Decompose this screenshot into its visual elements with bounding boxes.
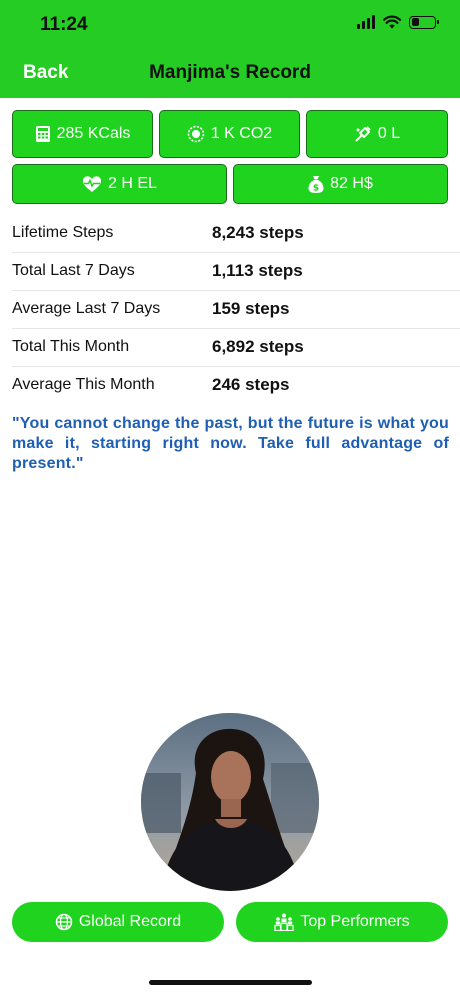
record-value: 159 steps bbox=[212, 299, 290, 318]
header-bar: 11:24 Manjima's Record Back bbox=[0, 0, 460, 98]
top-performers-label: Top Performers bbox=[300, 913, 410, 930]
record-value: 246 steps bbox=[212, 375, 290, 394]
status-icons bbox=[357, 15, 439, 29]
co2-icon bbox=[187, 125, 205, 143]
money-bag-icon: $ bbox=[308, 175, 324, 193]
co2-label: 1 K CO2 bbox=[210, 125, 273, 142]
cellular-signal-icon bbox=[357, 15, 375, 29]
record-value: 8,243 steps bbox=[212, 223, 304, 242]
page-title: Manjima's Record bbox=[149, 62, 311, 83]
podium-people-icon bbox=[274, 913, 294, 931]
status-time: 11:24 bbox=[40, 14, 88, 35]
globe-icon bbox=[55, 913, 73, 931]
motivational-quote: "You cannot change the past, but the fut… bbox=[12, 415, 449, 472]
record-row-average-last-7-days: Average Last 7 Days 159 steps bbox=[0, 290, 460, 328]
battery-level bbox=[411, 18, 420, 26]
wifi-icon bbox=[383, 15, 401, 29]
svg-text:$: $ bbox=[313, 183, 319, 193]
health-button[interactable]: 2 H EL bbox=[12, 164, 227, 204]
home-indicator bbox=[149, 980, 312, 985]
fuel-button[interactable]: 0 L bbox=[306, 110, 448, 158]
global-record-label: Global Record bbox=[78, 913, 182, 930]
record-row-average-this-month: Average This Month 246 steps bbox=[0, 366, 460, 404]
co2-button[interactable]: 1 K CO2 bbox=[159, 110, 300, 158]
fuel-label: 0 L bbox=[377, 125, 401, 142]
kcals-label: 285 KCals bbox=[56, 125, 131, 142]
record-value: 1,113 steps bbox=[212, 261, 303, 280]
fuel-nozzle-icon bbox=[355, 126, 371, 142]
record-row-lifetime-steps: Lifetime Steps 8,243 steps bbox=[0, 214, 460, 252]
avatar-photo bbox=[141, 713, 319, 891]
money-label: 82 H$ bbox=[330, 175, 373, 192]
heartbeat-icon bbox=[83, 176, 102, 192]
global-record-button[interactable]: Global Record bbox=[12, 902, 224, 942]
calculator-icon bbox=[35, 126, 50, 142]
record-row-total-this-month: Total This Month 6,892 steps bbox=[0, 328, 460, 366]
record-label: Lifetime Steps bbox=[12, 224, 114, 241]
health-label: 2 H EL bbox=[108, 175, 157, 192]
record-row-total-last-7-days: Total Last 7 Days 1,113 steps bbox=[0, 252, 460, 290]
kcals-button[interactable]: 285 KCals bbox=[12, 110, 153, 158]
record-label: Total This Month bbox=[12, 338, 130, 355]
record-value: 6,892 steps bbox=[212, 337, 304, 356]
back-button[interactable]: Back bbox=[23, 62, 68, 84]
record-label: Average Last 7 Days bbox=[12, 300, 161, 317]
top-performers-button[interactable]: Top Performers bbox=[236, 902, 448, 942]
record-label: Average This Month bbox=[12, 376, 155, 393]
money-button[interactable]: $ 82 H$ bbox=[233, 164, 448, 204]
battery-icon bbox=[409, 15, 439, 29]
avatar bbox=[141, 713, 319, 891]
record-label: Total Last 7 Days bbox=[12, 262, 135, 279]
